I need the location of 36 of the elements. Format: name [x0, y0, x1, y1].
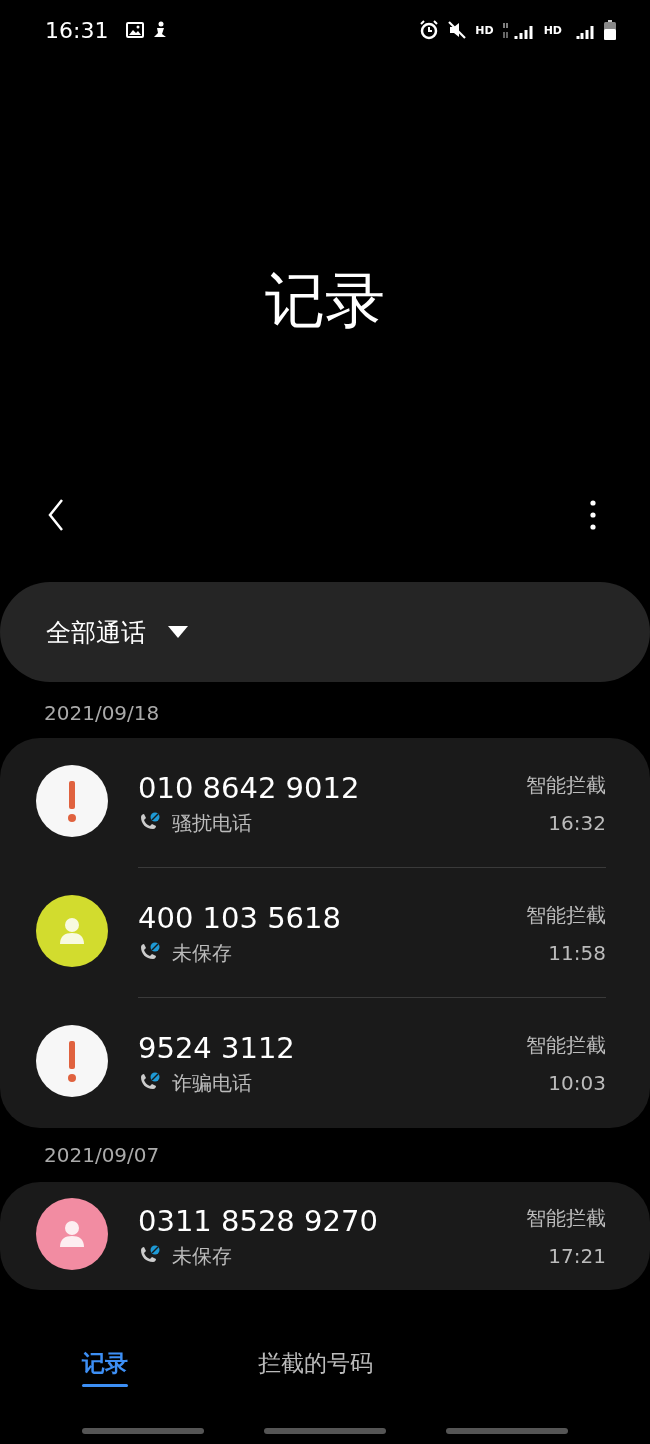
call-label: 未保存 [172, 1242, 232, 1270]
warning-avatar-icon [36, 1025, 108, 1097]
more-options-icon [590, 499, 596, 530]
call-time: 17:21 [548, 1243, 606, 1268]
call-label: 未保存 [172, 939, 232, 967]
network-label: HD [475, 23, 494, 37]
call-time: 10:03 [548, 1070, 606, 1095]
date-header: 2021/09/07 [43, 1142, 161, 1169]
call-label: 骚扰电话 [172, 809, 252, 837]
filter-dropdown[interactable]: 全部通话 [0, 582, 650, 682]
block-type-label: 智能拦截 [526, 901, 606, 929]
phone-number: 400 103 5618 [138, 899, 342, 936]
status-time: 16:31 [45, 17, 109, 43]
block-type-label: 智能拦截 [526, 771, 606, 799]
page-title: 记录 [265, 265, 385, 335]
block-type-label: 智能拦截 [526, 1204, 606, 1232]
call-label: 诈骗电话 [172, 1069, 252, 1097]
warning-avatar-icon [36, 765, 108, 837]
tab[interactable]: 记录 [52, 1337, 158, 1389]
network-label: HD [543, 23, 562, 37]
image-icon [126, 22, 145, 38]
contact-avatar-icon [36, 895, 108, 967]
call-time: 16:32 [548, 810, 606, 835]
dropdown-triangle-icon [168, 626, 188, 638]
tab[interactable]: 拦截的号码 [228, 1337, 403, 1389]
contact-avatar-icon [36, 1198, 108, 1270]
phone-number: 9524 3112 [138, 1029, 296, 1066]
block-type-label: 智能拦截 [526, 1031, 606, 1059]
call-time: 11:58 [548, 940, 606, 965]
signal-icon [501, 20, 536, 40]
phone-number: 010 8642 9012 [138, 769, 361, 806]
date-header: 2021/09/18 [43, 700, 161, 727]
phone-number: 0311 8528 9270 [138, 1202, 379, 1239]
mute-icon [447, 20, 468, 40]
battery-icon [604, 20, 616, 40]
alarm-icon [419, 20, 440, 40]
